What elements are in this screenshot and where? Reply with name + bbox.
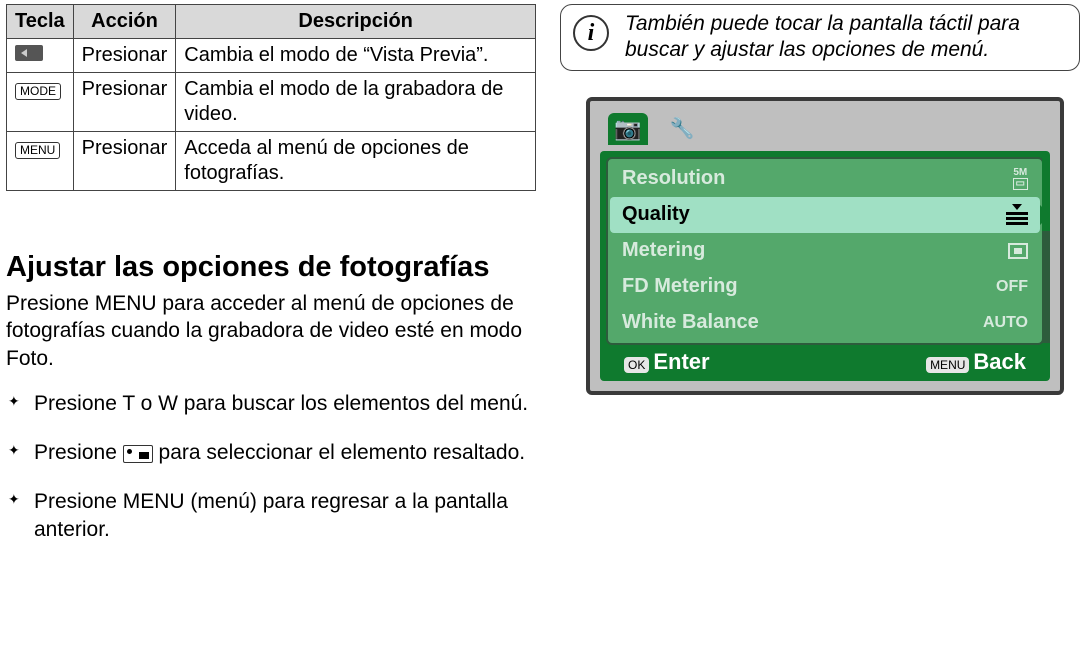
info-text: También puede tocar la pantalla táctil p… [625, 12, 1020, 61]
keys-table: Tecla Acción Descripción Presionar Cambi… [6, 4, 536, 191]
resolution-value-icon: 5M▭ [1013, 168, 1028, 190]
menu-item-fd-metering[interactable]: FD Metering OFF [610, 269, 1040, 305]
quality-value-icon [1006, 204, 1028, 225]
cell-action: Presionar [73, 132, 176, 191]
th-accion: Acción [73, 5, 176, 39]
camera-icon: 📷 [614, 116, 641, 142]
info-callout: i También puede tocar la pantalla táctil… [560, 4, 1080, 71]
cell-action: Presionar [73, 73, 176, 132]
menu-value: OFF [996, 278, 1028, 296]
mode-key-icon: MODE [15, 83, 61, 100]
section-body: Presione MENU para acceder al menú de op… [6, 290, 536, 372]
steps-list: Presione T o W para buscar los elementos… [6, 390, 536, 543]
menu-key-icon: MENU [15, 142, 60, 159]
step-item: Presione T o W para buscar los elementos… [34, 390, 536, 417]
footer-enter[interactable]: OKEnter [624, 349, 710, 375]
menu-pill: MENU [926, 357, 969, 373]
menu-label: Quality [622, 203, 690, 226]
menu-item-metering[interactable]: Metering [610, 233, 1040, 269]
step-item: Presione MENU (menú) para regresar a la … [34, 488, 536, 543]
menu-label: FD Metering [622, 275, 738, 298]
menu-label: White Balance [622, 311, 759, 334]
menu-value: AUTO [983, 314, 1028, 332]
record-icon [123, 445, 153, 463]
footer-back[interactable]: MENUBack [926, 349, 1026, 375]
step-text-post: para seleccionar el elemento resaltado. [153, 441, 525, 464]
th-tecla: Tecla [7, 5, 74, 39]
wrench-icon: 🔧 [670, 116, 695, 141]
playback-key-icon [15, 45, 43, 61]
step-text-pre: Presione [34, 441, 123, 464]
th-descripcion: Descripción [176, 5, 536, 39]
table-row: MENU Presionar Acceda al menú de opcione… [7, 132, 536, 191]
menu-item-white-balance[interactable]: White Balance AUTO [610, 305, 1040, 341]
cell-desc: Acceda al menú de opciones de fotografía… [176, 132, 536, 191]
menu-label: Metering [622, 239, 705, 262]
cell-action: Presionar [73, 39, 176, 73]
metering-value-icon [1008, 243, 1028, 259]
ok-pill: OK [624, 357, 649, 373]
info-icon: i [573, 15, 609, 51]
menu-label: Resolution [622, 167, 725, 190]
menu-item-resolution[interactable]: Resolution 5M▭ [610, 161, 1040, 197]
cell-desc: Cambia el modo de “Vista Previa”. [176, 39, 536, 73]
table-row: MODE Presionar Cambia el modo de la grab… [7, 73, 536, 132]
camera-menu-screenshot: 📷 🔧 Resolution 5M▭ Quality [586, 97, 1064, 395]
table-row: Presionar Cambia el modo de “Vista Previ… [7, 39, 536, 73]
camera-tab-settings[interactable]: 🔧 [662, 113, 702, 145]
camera-menu-list: Resolution 5M▭ Quality Metering FD Meter… [606, 157, 1044, 345]
menu-item-quality[interactable]: Quality [610, 197, 1040, 233]
section-title: Ajustar las opciones de fotografías [6, 251, 536, 284]
camera-tab-photo[interactable]: 📷 [608, 113, 648, 145]
cell-desc: Cambia el modo de la grabadora de video. [176, 73, 536, 132]
step-item: Presione para seleccionar el elemento re… [34, 439, 536, 466]
